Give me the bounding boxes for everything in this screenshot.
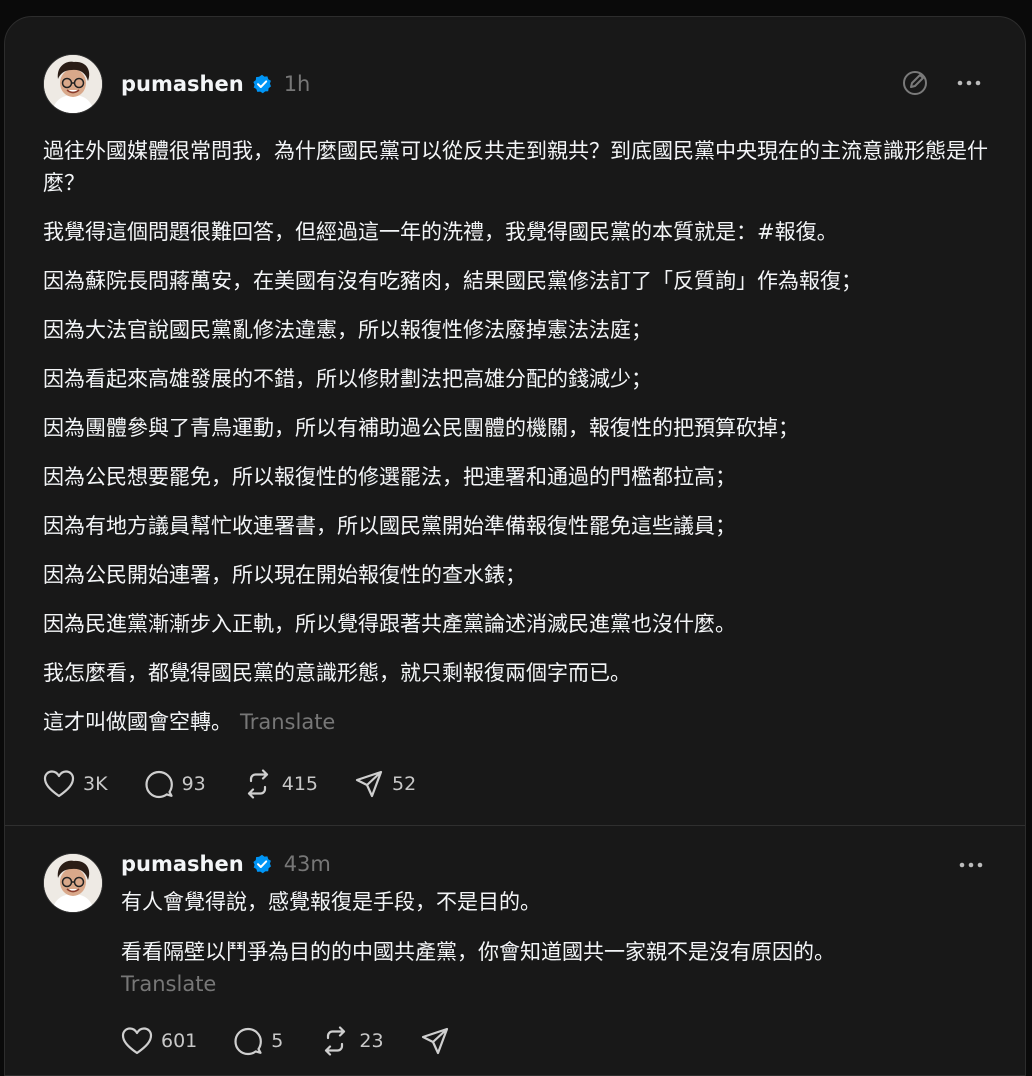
- like-count: 601: [161, 1030, 198, 1052]
- post-paragraph: 因為民進黨漸漸步入正軌，所以覺得跟著共產黨論述消滅民進黨也沒什麼。: [43, 612, 736, 636]
- heart-icon: [43, 769, 75, 799]
- post-paragraph: 看看隔壁以鬥爭為目的的中國共產黨，你會知道國共一家親不是沒有原因的。: [121, 940, 835, 964]
- post-actions: 3K 93 415 52: [43, 769, 452, 799]
- post-paragraph: 我覺得這個問題很難回答，但經過這一年的洗禮，我覺得國民黨的本質就是：#報復。: [43, 220, 838, 244]
- more-icon[interactable]: [959, 862, 983, 868]
- post-paragraph: 因為大法官說國民黨亂修法違憲，所以報復性修法廢掉憲法法庭；: [43, 318, 652, 342]
- share-button[interactable]: 52: [354, 769, 416, 799]
- reply-count: 5: [271, 1030, 284, 1052]
- reply-count: 93: [181, 773, 206, 795]
- post-header: pumashen 43m: [121, 849, 331, 879]
- more-icon[interactable]: [957, 80, 981, 86]
- post-time: 1h: [283, 72, 311, 96]
- comment-icon: [233, 1026, 263, 1056]
- post-paragraph: 因為看起來高雄發展的不錯，所以修財劃法把高雄分配的錢減少；: [43, 367, 652, 391]
- avatar[interactable]: [43, 54, 103, 114]
- share-button[interactable]: [420, 1026, 450, 1056]
- repost-icon: [242, 769, 274, 799]
- like-button[interactable]: 601: [121, 1026, 197, 1056]
- post[interactable]: pumashen 1h 過往外國媒體很常問我，為什麼國民黨可以從反共走到親共？到…: [5, 17, 1025, 827]
- username[interactable]: pumashen: [121, 72, 244, 96]
- avatar[interactable]: [43, 853, 103, 913]
- post-paragraph: 這才叫做國會空轉。: [43, 710, 232, 734]
- verified-badge-icon: [252, 854, 272, 874]
- post-header: pumashen 1h: [121, 69, 310, 99]
- post-text: 過往外國媒體很常問我，為什麼國民黨可以從反共走到親共？到底國民黨中央現在的主流意…: [43, 135, 993, 755]
- like-button[interactable]: 3K: [43, 769, 108, 799]
- like-count: 3K: [83, 773, 108, 795]
- post-paragraph: 因為公民想要罷免，所以報復性的修選罷法，把連署和通過的門檻都拉高；: [43, 465, 736, 489]
- repost-count: 23: [359, 1030, 384, 1052]
- repost-icon: [319, 1026, 351, 1056]
- compose-icon[interactable]: [901, 69, 929, 97]
- post-paragraph: 因為公民開始連署，所以現在開始報復性的查水錶；: [43, 563, 526, 587]
- heart-icon: [121, 1026, 153, 1056]
- verified-badge-icon: [252, 74, 272, 94]
- translate-link[interactable]: Translate: [240, 710, 335, 734]
- post-paragraph: 因為團體參與了青鳥運動，所以有補助過公民團體的機關，報復性的把預算砍掉；: [43, 416, 799, 440]
- post-paragraph: 因為有地方議員幫忙收連署書，所以國民黨開始準備報復性罷免這些議員；: [43, 514, 736, 538]
- comment-icon: [144, 769, 174, 799]
- repost-button[interactable]: 23: [319, 1026, 384, 1056]
- share-count: 52: [392, 773, 417, 795]
- repost-count: 415: [281, 773, 319, 795]
- send-icon: [420, 1026, 450, 1056]
- post-paragraph: 因為蘇院長問蔣萬安，在美國有沒有吃豬肉，結果國民黨修法訂了「反質詢」作為報復；: [43, 269, 862, 293]
- post-actions: 601 5 23: [121, 1026, 486, 1056]
- divider: [5, 825, 1025, 826]
- reply-button[interactable]: 93: [144, 769, 206, 799]
- post-time: 43m: [283, 852, 331, 876]
- post-paragraph: 我怎麼看，都覺得國民黨的意識形態，就只剩報復兩個字而已。: [43, 661, 631, 685]
- repost-button[interactable]: 415: [242, 769, 318, 799]
- post-paragraph: 有人會覺得說，感覺報復是手段，不是目的。: [121, 890, 541, 914]
- post-text: 有人會覺得說，感覺報復是手段，不是目的。 看看隔壁以鬥爭為目的的中國共產黨，你會…: [121, 886, 1001, 1000]
- post-paragraph: 過往外國媒體很常問我，為什麼國民黨可以從反共走到親共？到底國民黨中央現在的主流意…: [43, 139, 988, 195]
- send-icon: [354, 769, 384, 799]
- thread-card: pumashen 1h 過往外國媒體很常問我，為什麼國民黨可以從反共走到親共？到…: [4, 16, 1026, 1076]
- reply-button[interactable]: 5: [233, 1026, 283, 1056]
- translate-link[interactable]: Translate: [121, 968, 1001, 1000]
- username[interactable]: pumashen: [121, 852, 244, 876]
- post[interactable]: pumashen 43m 有人會覺得說，感覺報復是手段，不是目的。 看看隔壁以鬥…: [5, 827, 1025, 1075]
